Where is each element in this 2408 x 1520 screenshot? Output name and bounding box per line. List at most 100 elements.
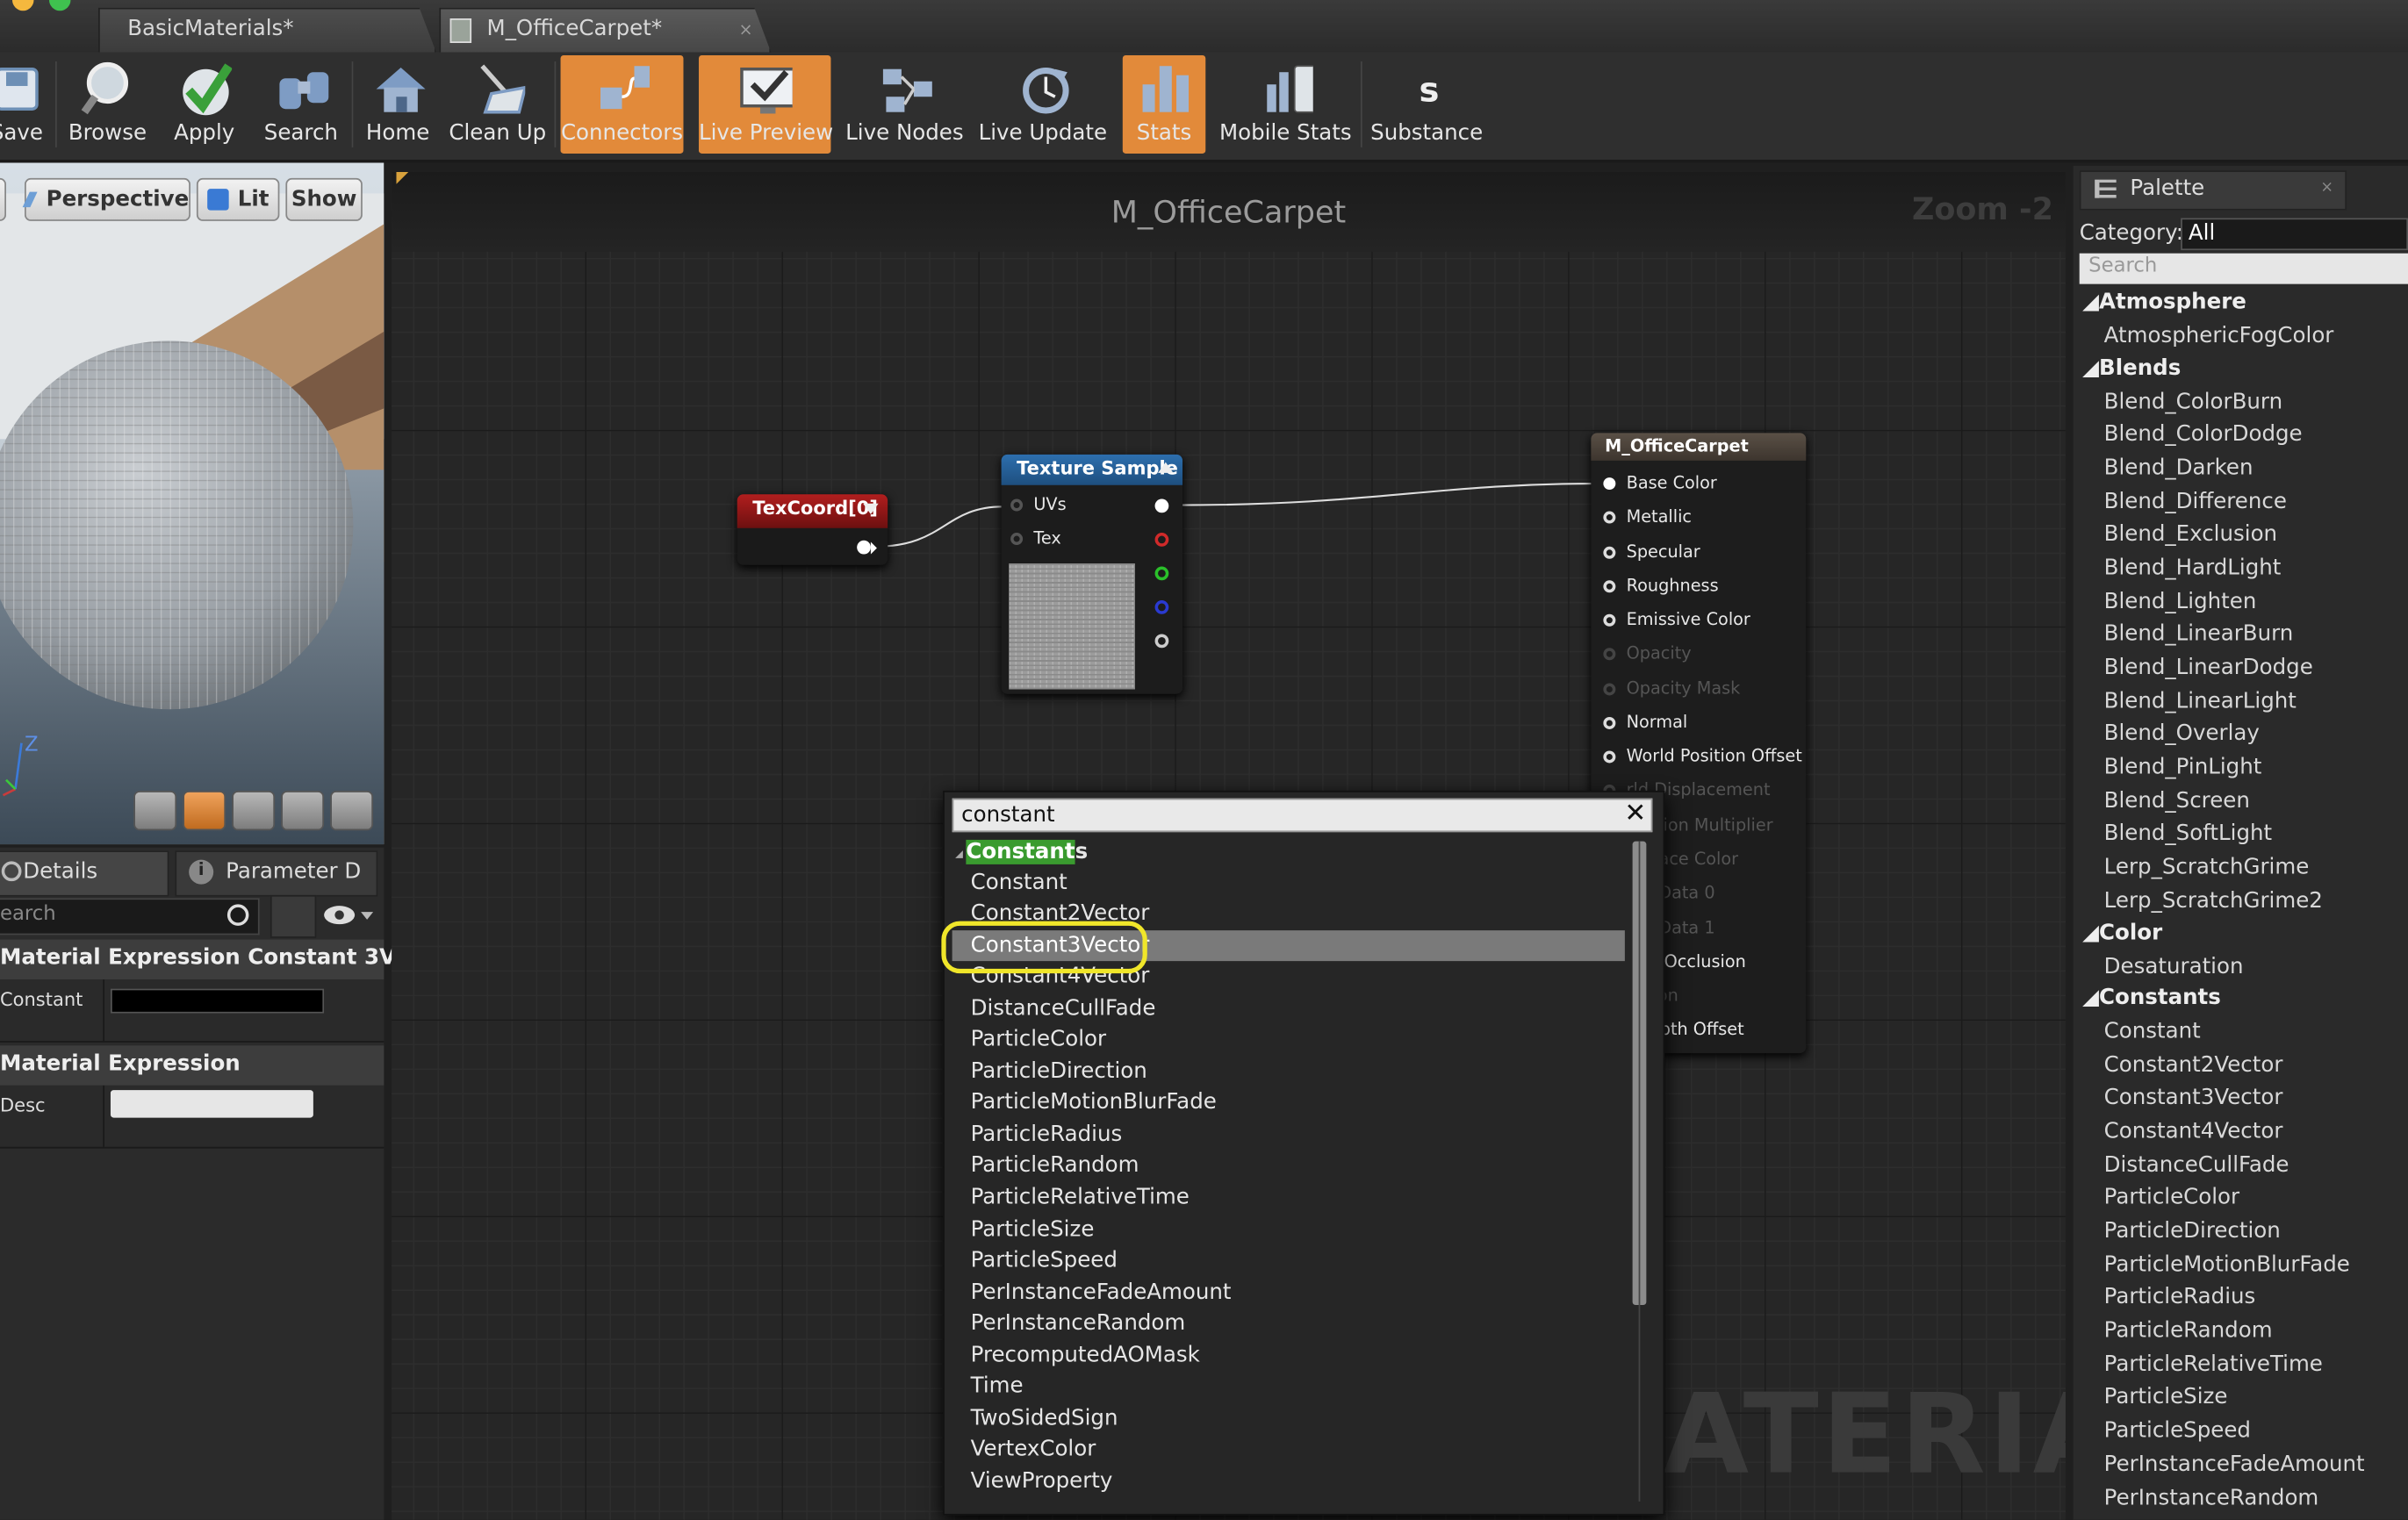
details-search-input[interactable]: earch [0, 898, 260, 936]
pin-normal[interactable]: Normal [1603, 713, 1687, 732]
texcoord-node[interactable]: TexCoord[0] [737, 494, 888, 565]
list-item[interactable]: PerInstanceFadeAmount [2104, 1452, 2365, 1477]
collapse-arrow-icon[interactable] [1158, 462, 1174, 473]
pin-base-color[interactable]: Base Color [1603, 473, 1717, 493]
stats-button[interactable]: Stats [1122, 54, 1206, 154]
section-material-expression[interactable]: Material Expression [0, 1045, 385, 1086]
texture-sample-node[interactable]: Texture Sample UVs Tex [1001, 454, 1183, 694]
g-output-pin[interactable] [1154, 566, 1169, 581]
tab-parameter-defaults[interactable]: i Parameter D [175, 850, 378, 897]
list-item[interactable]: Time [971, 1374, 1024, 1399]
tab-basic-materials[interactable]: BasicMaterials* [97, 7, 436, 53]
connectors-button[interactable]: Connectors [560, 54, 684, 154]
list-item[interactable]: ParticleSpeed [2104, 1418, 2251, 1443]
lit-button[interactable]: Lit [196, 177, 280, 221]
list-item[interactable]: Constant2Vector [2104, 1053, 2283, 1078]
pin-metallic[interactable]: Metallic [1603, 506, 1692, 527]
pin-specular[interactable]: Specular [1603, 542, 1700, 562]
node-search-input[interactable]: constant ✕ [952, 798, 1653, 833]
clean-up-button[interactable]: Clean Up [445, 55, 550, 154]
constant-color-swatch[interactable] [110, 988, 325, 1014]
list-item[interactable]: PerInstanceRandom [971, 1311, 1186, 1336]
tab-m-office-carpet[interactable]: M_OfficeCarpet* × [439, 7, 772, 53]
list-item[interactable]: Constant3Vector [2104, 1086, 2283, 1110]
list-item[interactable]: PrecomputedAOMask [971, 1344, 1200, 1368]
palette-category-blends[interactable]: ◢Blends [2082, 356, 2181, 381]
live-update-button[interactable]: Live Update [977, 55, 1109, 154]
list-item[interactable]: Constant [971, 871, 1067, 895]
list-item[interactable]: TwoSidedSign [971, 1406, 1118, 1430]
list-item[interactable]: ParticleSize [2104, 1385, 2228, 1409]
tab-close-icon[interactable]: × [738, 20, 752, 40]
list-item[interactable]: Blend_PinLight [2104, 756, 2262, 780]
list-item[interactable]: Blend_ColorBurn [2104, 390, 2282, 414]
list-item[interactable]: DistanceCullFade [971, 996, 1156, 1021]
list-item[interactable]: Blend_Darken [2104, 456, 2253, 481]
preview-cylinder-button[interactable] [133, 790, 177, 831]
mobile-stats-button[interactable]: Mobile Stats [1219, 55, 1352, 154]
list-item[interactable]: Blend_Screen [2104, 789, 2250, 814]
close-icon[interactable]: ✕ [1624, 799, 1646, 829]
live-nodes-button[interactable]: Live Nodes [845, 55, 964, 154]
tex-input-pin[interactable]: Tex [1010, 528, 1061, 548]
list-item[interactable]: Blend_Overlay [2104, 721, 2260, 746]
list-item[interactable]: ParticleColor [971, 1027, 1106, 1051]
palette-search-input[interactable]: Search [2079, 253, 2408, 284]
list-item[interactable]: ParticleRandom [2104, 1319, 2273, 1344]
viewport-options-button[interactable] [0, 177, 6, 221]
list-item[interactable]: ParticleMotionBlurFade [971, 1090, 1217, 1115]
window-maximize-button[interactable] [48, 0, 71, 11]
section-material-expression-constant-3vector[interactable]: Material Expression Constant 3Vector [0, 939, 457, 980]
list-item[interactable]: DistanceCullFade [2104, 1153, 2289, 1178]
browse-button[interactable]: Browse [61, 55, 154, 154]
list-item[interactable]: ParticleSize [971, 1217, 1095, 1242]
visibility-eye-icon[interactable] [320, 900, 377, 930]
list-item[interactable]: ParticleRelativeTime [971, 1186, 1190, 1210]
list-item[interactable]: Blend_Lighten [2104, 590, 2257, 614]
pin-world-position-offset[interactable]: World Position Offset [1603, 746, 1802, 766]
collapse-arrow-icon[interactable] [863, 503, 879, 515]
category-constants[interactable]: Constants [955, 839, 1088, 864]
substance-button[interactable]: s Substance [1367, 55, 1486, 154]
list-item[interactable]: PerInstanceFadeAmount [971, 1280, 1232, 1305]
show-button[interactable]: Show [285, 177, 363, 221]
list-item[interactable]: AtmosphericFogColor [2104, 324, 2334, 348]
preview-cube-button[interactable] [281, 790, 325, 831]
list-item[interactable]: ViewProperty [971, 1469, 1113, 1494]
desc-input[interactable] [110, 1090, 313, 1118]
preview-mesh-button[interactable] [330, 790, 374, 831]
node-search-popup[interactable]: constant ✕ Constants Constant Constant2V… [941, 790, 1665, 1516]
tab-close-icon[interactable]: × [2320, 180, 2333, 197]
rgb-output-pin[interactable] [1154, 498, 1169, 513]
list-item[interactable]: Blend_ColorDodge [2104, 422, 2303, 447]
save-button[interactable]: Save [0, 55, 49, 154]
list-item[interactable]: Desaturation [2104, 955, 2244, 979]
search-button[interactable]: Search [255, 55, 347, 154]
b-output-pin[interactable] [1154, 600, 1169, 614]
live-preview-button[interactable]: Live Preview [698, 54, 833, 154]
list-item[interactable]: ParticleDirection [2104, 1219, 2281, 1244]
list-item[interactable]: ParticleColor [2104, 1186, 2239, 1210]
list-item[interactable]: Blend_LinearLight [2104, 689, 2297, 713]
palette-category-color[interactable]: ◢Color [2082, 921, 2162, 946]
list-item[interactable]: Blend_LinearDodge [2104, 656, 2313, 680]
view-options-grid-button[interactable] [270, 894, 317, 938]
home-button[interactable]: Home [356, 55, 439, 154]
list-item[interactable]: ParticleRelativeTime [2104, 1352, 2323, 1377]
r-output-pin[interactable] [1154, 533, 1169, 547]
a-output-pin[interactable] [1154, 634, 1169, 649]
list-item[interactable]: ParticleRadius [2104, 1285, 2256, 1309]
list-item[interactable]: Blend_LinearBurn [2104, 622, 2294, 647]
list-item[interactable]: Lerp_ScratchGrime2 [2104, 889, 2323, 914]
pin-roughness[interactable]: Roughness [1603, 576, 1719, 596]
list-item[interactable]: Lerp_ScratchGrime [2104, 855, 2310, 879]
uvs-input-pin[interactable]: UVs [1010, 494, 1067, 514]
palette-tab[interactable]: Palette × [2079, 170, 2347, 211]
perspective-button[interactable]: Perspective [22, 177, 190, 221]
palette-category-constants[interactable]: ◢Constants [2082, 986, 2221, 1010]
list-item[interactable]: Constant4Vector [2104, 1119, 2283, 1144]
list-item[interactable]: Blend_Exclusion [2104, 522, 2277, 547]
list-item[interactable]: ParticleDirection [971, 1059, 1147, 1084]
list-item[interactable]: VertexColor [971, 1437, 1096, 1461]
list-item[interactable]: Blend_Difference [2104, 490, 2287, 514]
